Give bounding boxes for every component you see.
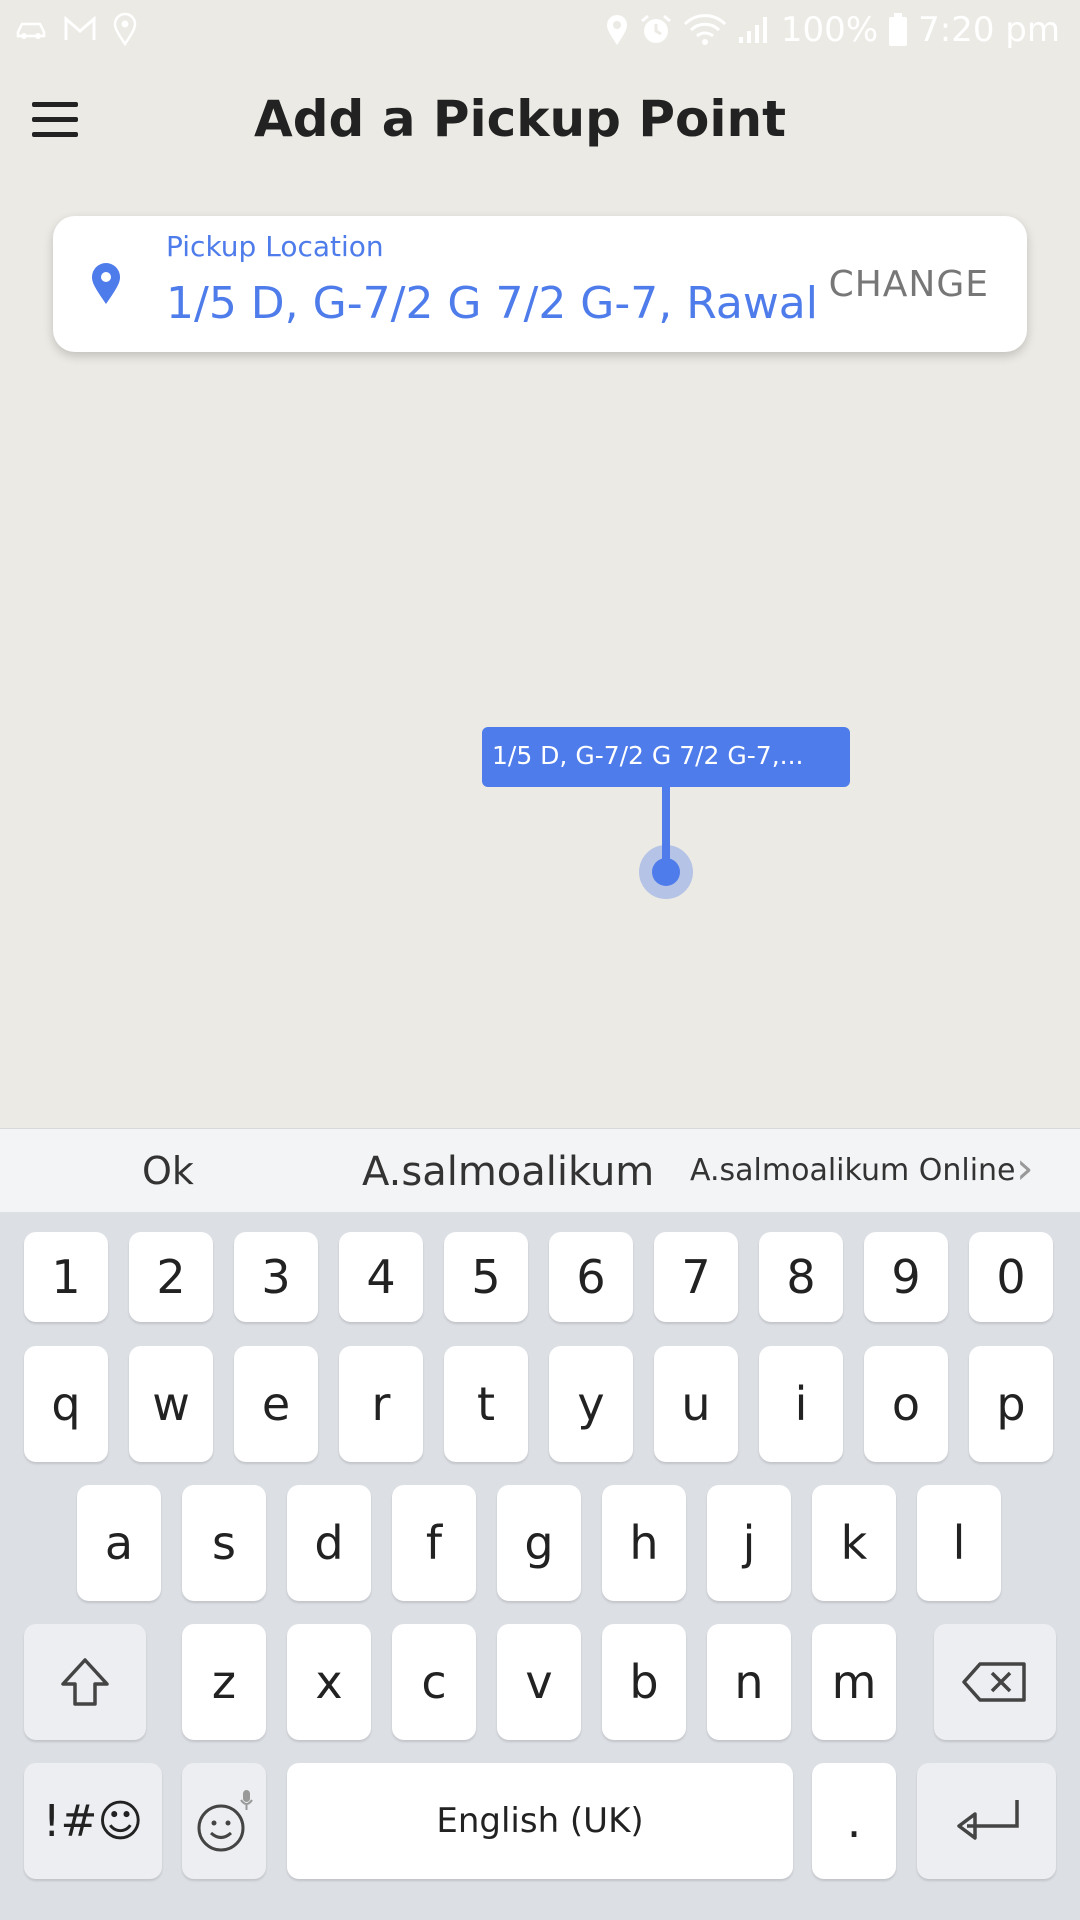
wifi-icon [683, 14, 727, 46]
battery-percentage: 100% [780, 10, 879, 50]
car-icon [14, 18, 48, 40]
key-u[interactable]: u [654, 1346, 738, 1462]
key-b[interactable]: b [602, 1624, 686, 1740]
period-key[interactable]: . [812, 1763, 896, 1879]
symbols-key[interactable]: !#☺ [24, 1763, 162, 1879]
key-k[interactable]: k [812, 1485, 896, 1601]
status-left-icons [14, 12, 138, 46]
chevron-right-icon[interactable]: › [1016, 1143, 1034, 1194]
key-6[interactable]: 6 [549, 1232, 633, 1322]
key-t[interactable]: t [444, 1346, 528, 1462]
key-9[interactable]: 9 [864, 1232, 948, 1322]
shift-key[interactable] [24, 1624, 146, 1740]
page-title: Add a Pickup Point [254, 90, 786, 148]
status-right-icons: 100% 7:20 pm [605, 10, 1060, 50]
soft-keyboard: 1 2 3 4 5 6 7 8 9 0 q w e r t y u i o p … [0, 1212, 1080, 1920]
key-g[interactable]: g [497, 1485, 581, 1601]
key-h[interactable]: h [602, 1485, 686, 1601]
key-4[interactable]: 4 [339, 1232, 423, 1322]
battery-icon [888, 13, 908, 47]
key-j[interactable]: j [707, 1485, 791, 1601]
app-bar: Add a Pickup Point [0, 64, 1080, 184]
key-s[interactable]: s [182, 1485, 266, 1601]
key-7[interactable]: 7 [654, 1232, 738, 1322]
key-v[interactable]: v [497, 1624, 581, 1740]
key-p[interactable]: p [969, 1346, 1053, 1462]
status-bar: 100% 7:20 pm [0, 0, 1080, 64]
enter-arrow-icon [956, 1800, 1019, 1840]
map-marker-label[interactable]: 1/5 D, G-7/2 G 7/2 G-7,... [482, 727, 850, 787]
key-q[interactable]: q [24, 1346, 108, 1462]
alarm-icon [639, 13, 673, 47]
location-pin-icon [89, 262, 123, 306]
key-r[interactable]: r [339, 1346, 423, 1462]
key-c[interactable]: c [392, 1624, 476, 1740]
key-z[interactable]: z [182, 1624, 266, 1740]
emoji-icon [197, 1790, 253, 1852]
key-1[interactable]: 1 [24, 1232, 108, 1322]
backspace-key[interactable] [934, 1624, 1056, 1740]
suggestion-2[interactable]: A.salmoalikum [362, 1149, 654, 1195]
status-time: 7:20 pm [918, 10, 1060, 50]
key-l[interactable]: l [917, 1485, 1001, 1601]
location-icon [605, 14, 629, 46]
keyboard-suggestion-bar: Ok A.salmoalikum A.salmoalikum Online › [0, 1128, 1080, 1212]
key-2[interactable]: 2 [129, 1232, 213, 1322]
shift-arrow-icon [61, 1658, 109, 1706]
key-w[interactable]: w [129, 1346, 213, 1462]
signal-icon [737, 15, 771, 45]
pickup-address-input[interactable]: 1/5 D, G-7/2 G 7/2 G-7, Rawal [166, 278, 856, 329]
key-m[interactable]: m [812, 1624, 896, 1740]
key-y[interactable]: y [549, 1346, 633, 1462]
change-button[interactable]: CHANGE [829, 264, 989, 305]
key-8[interactable]: 8 [759, 1232, 843, 1322]
gmail-icon [64, 16, 96, 42]
key-0[interactable]: 0 [969, 1232, 1053, 1322]
key-i[interactable]: i [759, 1346, 843, 1462]
map-marker-dot[interactable] [652, 858, 680, 886]
key-f[interactable]: f [392, 1485, 476, 1601]
enter-key[interactable] [917, 1763, 1056, 1879]
key-o[interactable]: o [864, 1346, 948, 1462]
key-d[interactable]: d [287, 1485, 371, 1601]
location-outline-icon [112, 12, 138, 46]
pickup-location-card[interactable]: Pickup Location 1/5 D, G-7/2 G 7/2 G-7, … [53, 216, 1027, 352]
suggestion-1[interactable]: Ok [142, 1149, 194, 1193]
key-a[interactable]: a [77, 1485, 161, 1601]
key-e[interactable]: e [234, 1346, 318, 1462]
key-5[interactable]: 5 [444, 1232, 528, 1322]
key-3[interactable]: 3 [234, 1232, 318, 1322]
emoji-key[interactable] [182, 1763, 266, 1879]
backspace-icon [962, 1662, 1026, 1702]
space-key[interactable]: English (UK) [287, 1763, 793, 1879]
key-n[interactable]: n [707, 1624, 791, 1740]
key-x[interactable]: x [287, 1624, 371, 1740]
suggestion-3[interactable]: A.salmoalikum Online [690, 1153, 1016, 1188]
pickup-location-label: Pickup Location [166, 230, 384, 263]
